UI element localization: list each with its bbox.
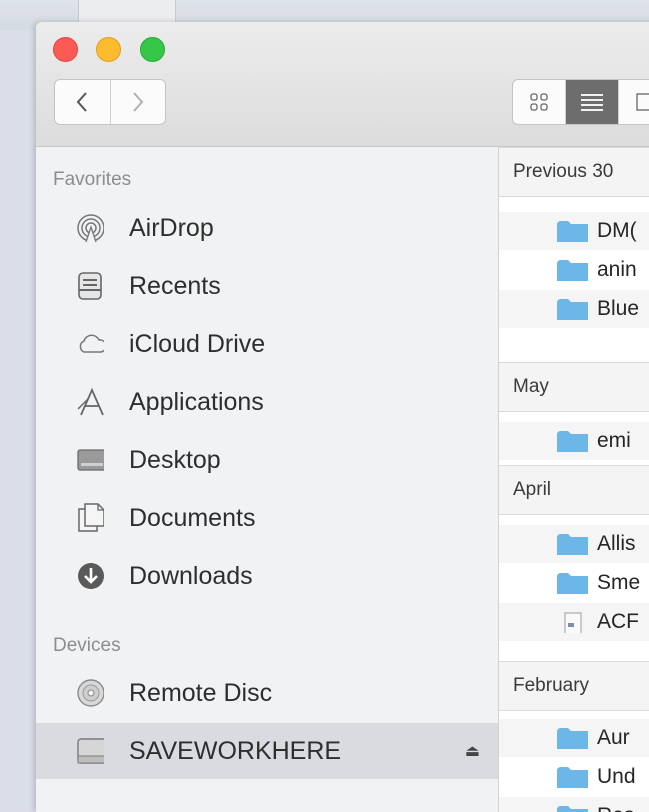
sidebar-item-airdrop[interactable]: AirDrop [36, 200, 498, 256]
list-view-button[interactable] [565, 80, 618, 124]
folder-icon [557, 534, 588, 555]
navigation-buttons [54, 79, 166, 125]
sidebar-item-label: Downloads [129, 562, 253, 591]
list-item[interactable]: Res [499, 797, 649, 812]
sidebar-item-label: Documents [129, 504, 255, 533]
sidebar-item-remote-disc[interactable]: Remote Disc [36, 665, 498, 721]
sidebar-item-applications[interactable]: Applications [36, 374, 498, 430]
list-icon [580, 92, 604, 112]
sidebar-item-label: Applications [129, 388, 264, 417]
downloads-icon [76, 562, 104, 590]
sidebar-item-label: Remote Disc [129, 679, 272, 708]
drive-icon [76, 737, 104, 765]
sidebar-item-desktop[interactable]: Desktop [36, 432, 498, 488]
folder-icon [557, 573, 588, 594]
folder-icon [557, 260, 588, 281]
folder-icon [557, 221, 588, 242]
folder-icon [557, 431, 588, 452]
sidebar-item-label: iCloud Drive [129, 330, 265, 359]
sidebar-item-label: Recents [129, 272, 221, 301]
folder-icon [557, 299, 588, 320]
folder-icon [557, 728, 588, 749]
sidebar-item-recents[interactable]: Recents [36, 258, 498, 314]
toolbar [36, 22, 649, 147]
applications-icon [76, 388, 104, 416]
finder-window: Favorites AirDrop Recents iCloud Drive A… [36, 22, 649, 812]
sidebar-item-label: SAVEWORKHERE [129, 737, 341, 766]
desktop-icon [76, 446, 104, 474]
sidebar-item-label: AirDrop [129, 214, 214, 243]
chevron-left-icon [75, 91, 89, 113]
documents-icon [76, 504, 104, 532]
columns-icon [635, 92, 649, 112]
list-item[interactable]: emi [499, 422, 649, 460]
sidebar-item-icloud-drive[interactable]: iCloud Drive [36, 316, 498, 372]
disc-icon [76, 679, 104, 707]
sidebar-item-label: Desktop [129, 446, 221, 475]
icloud-icon [76, 330, 104, 358]
recents-icon [76, 272, 104, 300]
sidebar-item-saveworkhere[interactable]: SAVEWORKHERE ⏏ [36, 723, 498, 779]
list-item[interactable]: Allis [499, 525, 649, 563]
folder-icon [557, 767, 588, 788]
file-list: Previous 30 DM( anin Blue May emi April … [499, 147, 649, 812]
forward-button[interactable] [110, 80, 166, 124]
favorites-header: Favorites [53, 169, 131, 191]
list-item[interactable]: ACF [499, 603, 649, 641]
eject-icon[interactable]: ⏏ [465, 741, 480, 761]
list-item[interactable]: Sme [499, 564, 649, 602]
list-item[interactable]: Und [499, 758, 649, 796]
group-header: April [499, 465, 649, 515]
icon-view-button[interactable] [513, 80, 565, 124]
list-item[interactable]: Blue [499, 290, 649, 328]
list-item[interactable]: anin [499, 251, 649, 289]
minimize-button[interactable] [96, 37, 121, 62]
column-view-button[interactable] [618, 80, 649, 124]
folder-icon [557, 806, 588, 812]
group-header: February [499, 661, 649, 711]
sidebar-item-documents[interactable]: Documents [36, 490, 498, 546]
devices-header: Devices [53, 635, 121, 657]
sidebar-item-downloads[interactable]: Downloads [36, 548, 498, 604]
group-header: May [499, 362, 649, 412]
document-icon [557, 612, 588, 633]
chevron-right-icon [131, 91, 145, 113]
close-button[interactable] [53, 37, 78, 62]
list-item[interactable]: DM( [499, 212, 649, 250]
grid-icon [529, 92, 549, 112]
sidebar: Favorites AirDrop Recents iCloud Drive A… [36, 147, 499, 812]
zoom-button[interactable] [140, 37, 165, 62]
list-item[interactable]: Aur [499, 719, 649, 757]
view-mode-buttons [512, 79, 649, 125]
airdrop-icon [76, 214, 104, 242]
back-button[interactable] [55, 80, 110, 124]
group-header: Previous 30 [499, 147, 649, 197]
